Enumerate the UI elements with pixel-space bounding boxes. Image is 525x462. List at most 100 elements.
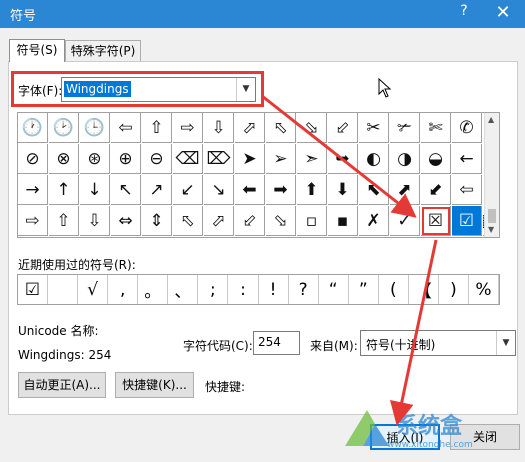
symbol-cell[interactable]: ↙ — [173, 175, 203, 205]
symbol-cell[interactable]: ⇦ — [111, 113, 141, 143]
symbol-cell[interactable]: ⇧ — [142, 113, 172, 143]
symbol-cell[interactable]: ⬁ — [173, 206, 203, 236]
symbol-cell[interactable]: ✃ — [390, 113, 420, 143]
tab-symbols[interactable]: 符号(S) — [9, 39, 65, 62]
char-code-input[interactable]: 254 — [253, 331, 300, 355]
recent-symbol-cell[interactable]: 。 — [138, 275, 169, 304]
unicode-name-label: Unicode 名称: — [18, 324, 99, 338]
symbol-cell[interactable]: ✓ — [390, 206, 420, 236]
symbol-cell[interactable]: ⇦ — [452, 175, 482, 205]
shortcut-key-button[interactable]: 快捷键(K)... — [115, 372, 194, 398]
symbol-cell[interactable]: ⊖ — [142, 144, 172, 174]
symbol-cell[interactable]: ↗ — [142, 175, 172, 205]
recent-symbol-cell[interactable]: ) — [439, 275, 469, 304]
symbol-cell[interactable]: ✗ — [359, 206, 389, 236]
scrollbar-thumb[interactable] — [488, 209, 496, 223]
symbol-cell[interactable]: ➥ — [328, 144, 358, 174]
unicode-name-value: Wingdings: 254 — [18, 348, 112, 362]
symbol-cell[interactable]: ⇨ — [18, 206, 48, 236]
mouse-cursor-icon — [378, 78, 392, 98]
symbol-cell[interactable]: ⬆ — [297, 175, 327, 205]
symbol-cell[interactable]: ⬂ — [266, 206, 296, 236]
recent-symbols-strip: ☑ √,。、;:!? “”(【)% — [17, 274, 500, 305]
symbol-cell[interactable]: ⇩ — [204, 113, 234, 143]
symbol-cell[interactable]: ☒ — [421, 206, 451, 236]
recent-symbol-cell[interactable]: % — [469, 275, 499, 304]
symbol-cell[interactable]: ⬈ — [390, 175, 420, 205]
autocorrect-button[interactable]: 自动更正(A)... — [18, 372, 106, 398]
symbol-cell[interactable]: ⊗ — [49, 144, 79, 174]
watermark-url: www.xitonghe.com — [387, 440, 473, 450]
symbol-cell[interactable]: ➤ — [235, 144, 265, 174]
recent-symbols-label: 近期使用过的符号(R): — [18, 258, 136, 272]
symbol-cell[interactable]: ➣ — [297, 144, 327, 174]
symbol-cell[interactable]: ⬅ — [235, 175, 265, 205]
symbol-cell[interactable]: ⌦ — [204, 144, 234, 174]
symbol-cell[interactable]: ⬂ — [297, 113, 327, 143]
symbol-cell[interactable]: ⬁ — [266, 113, 296, 143]
watermark-text: 系统盒 — [396, 414, 463, 439]
symbol-cell[interactable]: ✆ — [452, 113, 482, 143]
symbol-cell[interactable]: ▪ — [328, 206, 358, 236]
scroll-down-icon[interactable]: ▼ — [488, 225, 494, 234]
close-window-button[interactable]: ✕ — [488, 1, 518, 25]
symbol-cell[interactable]: ⇩ — [80, 206, 110, 236]
symbol-cell[interactable]: ⬇ — [328, 175, 358, 205]
symbol-cell[interactable]: ➢ — [266, 144, 296, 174]
symbol-cell[interactable]: ◑ — [390, 144, 420, 174]
symbol-cell[interactable]: → — [18, 175, 48, 205]
recent-symbol-cell[interactable] — [48, 275, 79, 304]
symbol-cell[interactable]: ⬀ — [235, 113, 265, 143]
symbol-cell[interactable]: ⬀ — [204, 206, 234, 236]
recent-symbol-cell[interactable]: “ — [319, 275, 349, 304]
symbol-cell[interactable]: ➡ — [266, 175, 296, 205]
symbol-cell[interactable]: ↑ — [49, 175, 79, 205]
symbol-cell[interactable]: ◒ — [421, 144, 451, 174]
recent-symbol-cell[interactable]: ☑ — [18, 275, 49, 304]
recent-symbol-cell[interactable]: ” — [349, 275, 379, 304]
recent-symbol-cell[interactable]: ? — [289, 275, 319, 304]
symbol-cell[interactable]: 🕒 — [80, 113, 110, 143]
recent-symbol-cell[interactable]: 【 — [409, 275, 439, 304]
symbol-cell[interactable]: ⬃ — [235, 206, 265, 236]
recent-symbol-cell[interactable]: , — [108, 275, 139, 304]
shortcut-key-label: 快捷键: — [205, 380, 246, 394]
symbol-cell[interactable]: ▫ — [297, 206, 327, 236]
symbol-cell[interactable]: ⊕ — [111, 144, 141, 174]
help-button[interactable]: ? — [454, 3, 474, 23]
symbol-cell[interactable]: ← — [452, 144, 482, 174]
recent-symbol-cell[interactable]: √ — [78, 275, 109, 304]
tab-special-characters[interactable]: 特殊字符(P) — [65, 40, 141, 62]
symbol-cell[interactable]: ↓ — [80, 175, 110, 205]
recent-symbol-cell[interactable]: ( — [379, 275, 409, 304]
symbol-cell[interactable]: ↖ — [111, 175, 141, 205]
symbol-cell[interactable]: ✂ — [359, 113, 389, 143]
recent-symbol-cell[interactable]: ! — [259, 275, 289, 304]
grid-scrollbar[interactable]: ▲ ▼ — [484, 113, 499, 237]
from-select-value: 符号(十进制) — [366, 338, 436, 352]
symbol-cell[interactable]: ✄ — [421, 113, 451, 143]
symbol-cell[interactable]: ⊛ — [80, 144, 110, 174]
symbol-cell[interactable]: ⇕ — [142, 206, 172, 236]
symbol-cell[interactable]: ⌫ — [173, 144, 203, 174]
chevron-down-icon[interactable]: ▼ — [496, 331, 515, 355]
symbol-cell[interactable]: ⇧ — [49, 206, 79, 236]
symbol-cell[interactable]: ↘ — [204, 175, 234, 205]
recent-symbol-cell[interactable]: : — [228, 275, 259, 304]
symbol-cell[interactable]: 🕑 — [49, 113, 79, 143]
symbol-cell[interactable]: ⬋ — [421, 175, 451, 205]
symbol-cell[interactable]: ⬉ — [359, 175, 389, 205]
symbol-cell[interactable]: 🕐 — [18, 113, 48, 143]
recent-symbol-cell[interactable]: ; — [198, 275, 229, 304]
from-select[interactable]: 符号(十进制) ▼ — [360, 330, 516, 356]
symbol-cell[interactable]: ☑ — [452, 206, 482, 236]
watermark-logo: 系统盒 www.xitonghe.com — [339, 404, 479, 458]
symbol-cell[interactable]: ⇔ — [111, 206, 141, 236]
recent-symbol-cell[interactable]: 、 — [168, 275, 199, 304]
scroll-up-icon[interactable]: ▲ — [488, 115, 494, 124]
symbol-cell[interactable]: ⬃ — [328, 113, 358, 143]
symbol-cell[interactable]: ⇨ — [173, 113, 203, 143]
symbol-cell[interactable]: ⊘ — [18, 144, 48, 174]
char-code-label: 字符代码(C): — [183, 339, 253, 353]
symbol-cell[interactable]: ◐ — [359, 144, 389, 174]
